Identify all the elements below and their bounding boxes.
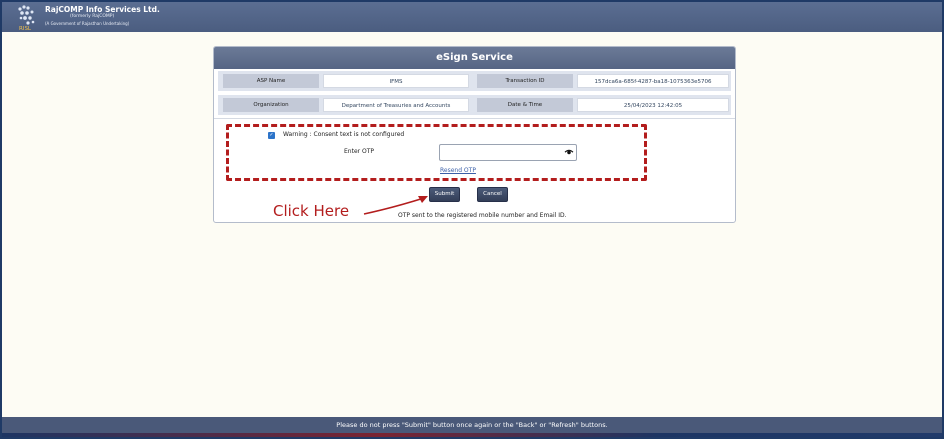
arrow-annotation-icon: [363, 196, 428, 215]
cancel-button[interactable]: Cancel: [477, 187, 508, 202]
panel-title: eSign Service: [214, 47, 735, 69]
info-row-organization: Organization Department of Treasuries an…: [218, 95, 731, 115]
asp-name-label: ASP Name: [223, 74, 319, 88]
otp-label: Enter OTP: [344, 148, 375, 155]
brand-tagline: (A Government of Rajasthan Undertaking): [45, 21, 130, 26]
date-time-label: Date & Time: [477, 98, 573, 112]
date-time-value: 25/04/2023 12:42:05: [577, 98, 729, 112]
organization-label: Organization: [223, 98, 319, 112]
brand-formerly: (formerly RajCOMP): [70, 14, 115, 19]
info-row-asp: ASP Name IFMS Transaction ID 157dca6a-68…: [218, 71, 731, 91]
consent-checkbox[interactable]: ✓: [268, 132, 275, 139]
organization-value: Department of Treasuries and Accounts: [323, 98, 469, 112]
otp-input[interactable]: [439, 144, 577, 161]
transaction-id-value: 157dca6a-685f-4287-ba18-1075363e5706: [577, 74, 729, 88]
svg-text:RISL: RISL: [19, 26, 32, 31]
resend-otp-link[interactable]: Resend OTP: [440, 167, 476, 174]
rajcomp-logo-icon: RISL: [18, 5, 35, 31]
transaction-id-label: Transaction ID: [477, 74, 573, 88]
consent-warning: Warning : Consent text is not configured: [283, 131, 405, 138]
section-divider: [214, 118, 735, 119]
asp-name-value: IFMS: [323, 74, 469, 88]
eye-icon[interactable]: [564, 147, 574, 157]
footer-warning: Please do not press "Submit" button once…: [2, 417, 942, 433]
click-here-annotation: Click Here: [273, 202, 350, 220]
taskbar-strip: [2, 433, 942, 437]
top-header: RISL RajCOMP Info Services Ltd. (formerl…: [2, 2, 942, 32]
submit-button[interactable]: Submit: [429, 187, 460, 202]
esign-panel: eSign Service ASP Name IFMS Transaction …: [213, 46, 736, 223]
browser-viewport: RISL RajCOMP Info Services Ltd. (formerl…: [2, 2, 942, 437]
brand-name: RajCOMP Info Services Ltd.: [45, 5, 160, 14]
